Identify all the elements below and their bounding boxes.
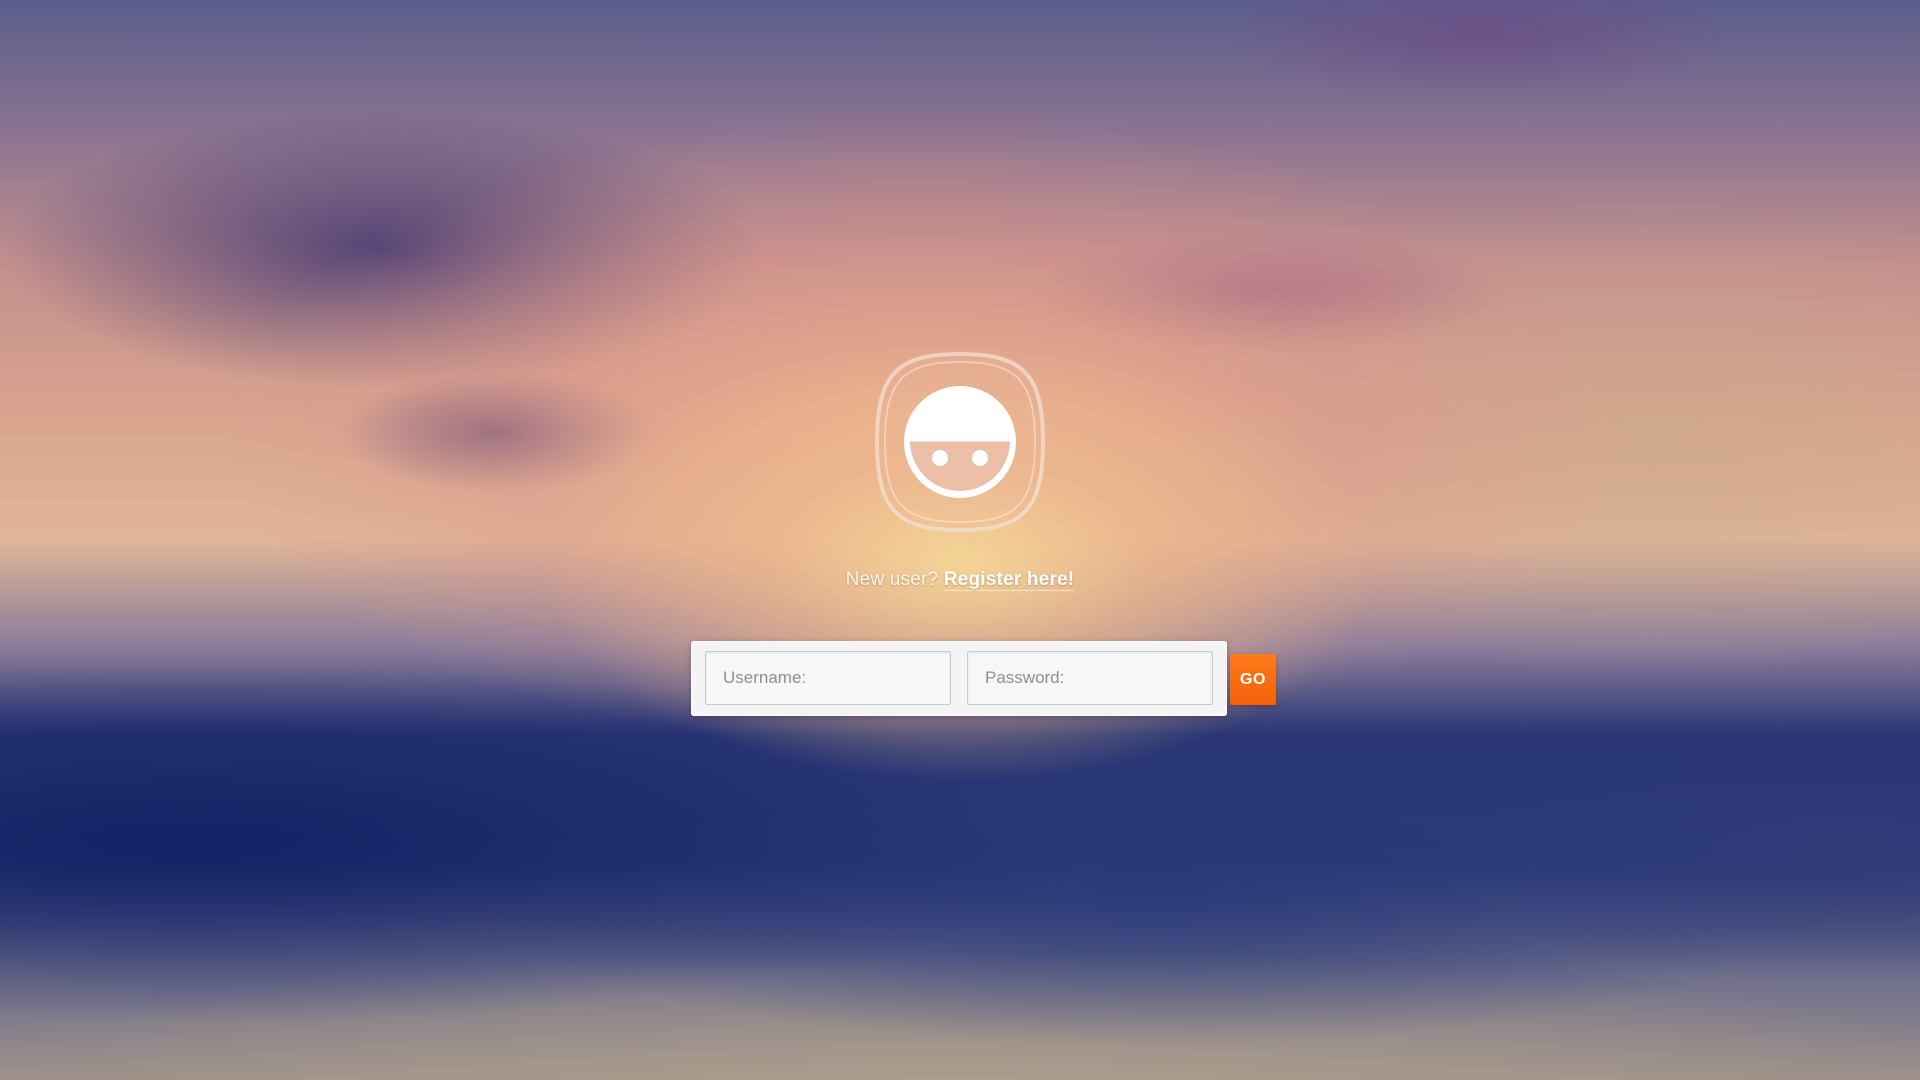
go-button[interactable]: GO [1230,654,1276,705]
register-prompt: New user? Register here! [760,569,1160,591]
login-screen: New user? Register here! GO [0,0,1920,1080]
register-link[interactable]: Register here! [943,569,1075,591]
password-input[interactable] [967,651,1213,705]
username-input[interactable] [705,651,951,705]
register-question: New user? [845,569,939,590]
smiley-face-icon [874,351,1046,533]
login-form [691,641,1227,716]
